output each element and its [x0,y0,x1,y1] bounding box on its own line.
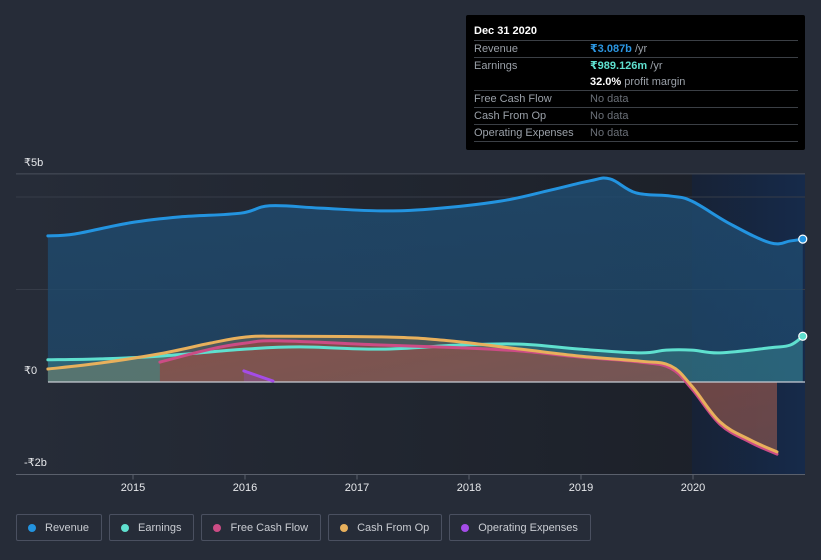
cfo-value: No data [590,110,629,122]
tooltip-label [474,74,590,90]
tooltip-label: Cash From Op [474,110,547,122]
x-tick-label: 2018 [457,482,481,494]
legend-item-operating-expenses[interactable]: Operating Expenses [449,514,591,541]
tooltip-row-margin: 32.0% profit margin [474,74,798,91]
legend-label: Earnings [138,521,182,534]
revenue-end-point[interactable] [798,234,808,244]
opex-value: No data [590,127,629,139]
fcf-value: No data [590,93,629,105]
cash-from-op-dot-icon [340,523,349,532]
unit: /yr [631,43,648,55]
earnings-end-point[interactable] [798,331,808,341]
legend-item-free-cash-flow[interactable]: Free Cash Flow [201,514,322,541]
legend: Revenue Earnings Free Cash Flow Cash Fro… [16,514,591,541]
legend-item-earnings[interactable]: Earnings [109,514,195,541]
y-tick-label: ₹0 [24,365,37,377]
tooltip-label: Operating Expenses [474,127,574,139]
legend-item-cash-from-op[interactable]: Cash From Op [328,514,443,541]
tooltip-label: Free Cash Flow [474,93,552,105]
tooltip-label: Earnings [474,60,518,72]
x-tick-label: 2016 [233,482,257,494]
revenue-dot-icon [28,523,36,532]
y-tick-label: -₹2b [24,457,47,469]
revenue-value: ₹3.087b [590,43,632,55]
tooltip-row-earnings: Earnings ₹989.126m /yr [474,58,798,74]
y-tick-label: ₹5b [24,157,43,169]
tooltip: Dec 31 2020 Revenue ₹3.087b /yr Earnings… [466,15,805,150]
unit: /yr [647,60,663,72]
legend-label: Operating Expenses [478,521,578,534]
x-tick-label: 2015 [121,482,145,494]
legend-label: Free Cash Flow [230,521,309,534]
tooltip-row-opex: Operating Expenses No data [474,125,798,142]
x-tick-label: 2020 [681,482,705,494]
legend-label: Cash From Op [357,521,430,534]
operating-expenses-dot-icon [461,523,470,532]
earnings-value: ₹989.126m [590,60,648,72]
legend-item-revenue[interactable]: Revenue [16,514,103,541]
x-tick-label: 2017 [345,482,369,494]
tooltip-row-revenue: Revenue ₹3.087b /yr [474,41,798,58]
free-cash-flow-dot-icon [213,523,222,532]
x-tick-label: 2019 [569,482,593,494]
unit: profit margin [621,76,686,88]
legend-label: Revenue [45,521,90,534]
tooltip-row-cfo: Cash From Op No data [474,108,798,125]
tooltip-date: Dec 31 2020 [474,23,798,41]
profit-margin-value: 32.0% [590,76,622,88]
earnings-dot-icon [121,523,130,532]
tooltip-label: Revenue [474,43,519,55]
tooltip-row-fcf: Free Cash Flow No data [474,91,798,108]
